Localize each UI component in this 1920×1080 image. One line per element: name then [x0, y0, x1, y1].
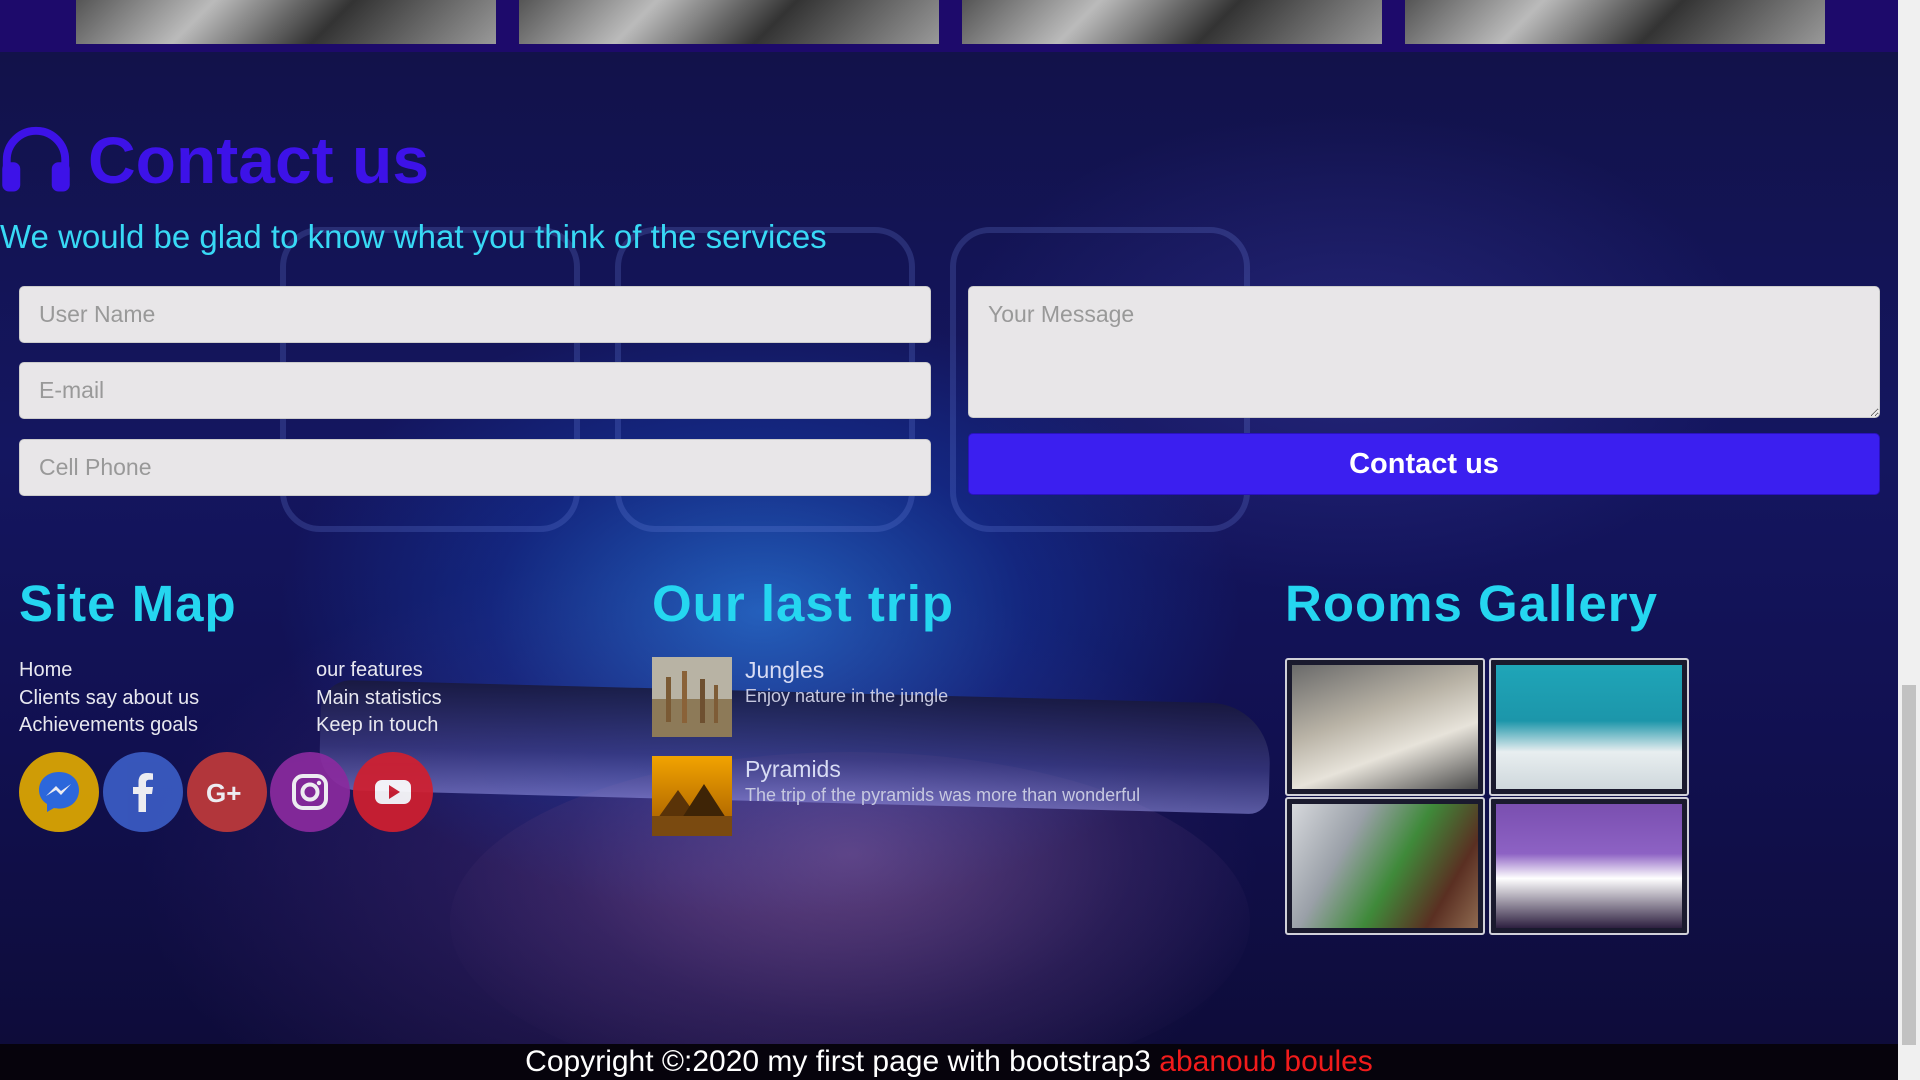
instagram-glyph: [292, 774, 328, 810]
username-input[interactable]: [19, 286, 931, 343]
trip-item-title: Pyramids: [745, 756, 841, 782]
messenger-glyph: [39, 772, 79, 812]
copyright-bar: Copyright ©:2020 my first page with boot…: [0, 1044, 1898, 1080]
gallery-room-4[interactable]: [1489, 797, 1689, 935]
room-image: [1292, 804, 1478, 928]
sitemap-link-clients[interactable]: Clients say about us: [19, 687, 199, 710]
gallery-room-1[interactable]: [1285, 658, 1485, 796]
gallery-thumb[interactable]: [962, 0, 1382, 44]
trip-item-pyramids[interactable]: Pyramids The trip of the pyramids was mo…: [652, 756, 1140, 836]
author-name: abanoub boules: [1159, 1045, 1373, 1078]
contact-subtitle: We would be glad to know what you think …: [0, 218, 827, 255]
contact-title: Contact us: [0, 122, 429, 198]
copyright-text: Copyright ©:2020 my first page with boot…: [525, 1045, 1151, 1078]
email-input[interactable]: [19, 362, 931, 419]
room-image: [1496, 665, 1682, 789]
gallery-title: Rooms Gallery: [1285, 575, 1658, 632]
svg-text:G+: G+: [206, 778, 241, 808]
trip-item-desc: Enjoy nature in the jungle: [745, 686, 949, 706]
gallery-thumb[interactable]: [76, 0, 496, 44]
pyramids-image: [652, 756, 732, 836]
gallery-thumb[interactable]: [1405, 0, 1825, 44]
messenger-icon[interactable]: [19, 752, 99, 832]
room-image: [1496, 804, 1682, 928]
contact-title-text: Contact us: [88, 123, 430, 197]
youtube-glyph: [375, 780, 411, 804]
sitemap-link-keep-in-touch[interactable]: Keep in touch: [316, 714, 438, 737]
google-plus-glyph: G+: [206, 778, 241, 808]
room-image: [1292, 665, 1478, 789]
gallery-thumb[interactable]: [519, 0, 939, 44]
scrollbar[interactable]: [1898, 0, 1920, 1080]
phone-input[interactable]: [19, 439, 931, 496]
trip-item-desc: The trip of the pyramids was more than w…: [745, 785, 1141, 805]
instagram-icon[interactable]: [270, 752, 350, 832]
sitemap-link-home[interactable]: Home: [19, 659, 72, 682]
sitemap-title: Site Map: [19, 575, 237, 632]
youtube-icon[interactable]: [353, 752, 433, 832]
gallery-room-3[interactable]: [1285, 797, 1485, 935]
sitemap-link-features[interactable]: our features: [316, 659, 423, 682]
sitemap-link-statistics[interactable]: Main statistics: [316, 687, 442, 710]
gallery-room-2[interactable]: [1489, 658, 1689, 796]
trip-item-title: Jungles: [745, 657, 825, 683]
trip-item-jungles[interactable]: Jungles Enjoy nature in the jungle: [652, 657, 948, 737]
sitemap-link-achievements[interactable]: Achievements goals: [19, 714, 198, 737]
top-gallery-strip: [0, 0, 1898, 52]
contact-submit-button[interactable]: Contact us: [968, 433, 1880, 495]
scrollbar-thumb[interactable]: [1902, 685, 1916, 1045]
trip-title: Our last trip: [652, 575, 955, 632]
headset-icon: [2, 126, 70, 192]
google-plus-icon[interactable]: G+: [187, 752, 267, 832]
message-textarea[interactable]: [968, 286, 1880, 418]
facebook-icon[interactable]: [103, 752, 183, 832]
facebook-glyph: [133, 773, 153, 812]
jungles-image: [652, 657, 732, 737]
